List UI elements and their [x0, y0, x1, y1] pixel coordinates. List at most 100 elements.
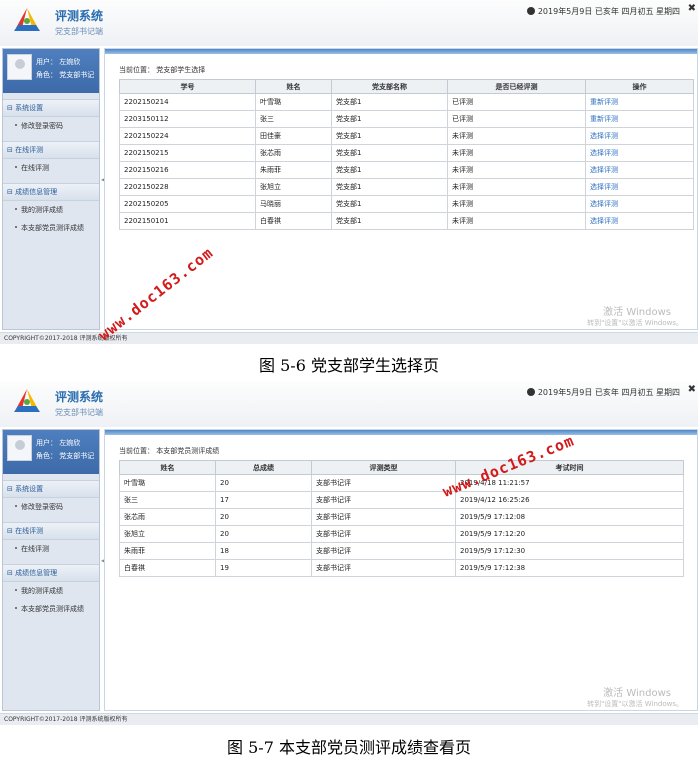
table-cell: 党支部1 [331, 195, 448, 213]
sidebar-group[interactable]: ⊟ 成绩信息管理 [3, 564, 99, 582]
user-name: 用户： 左婉欣 [36, 439, 81, 447]
app-subtitle: 党支部书记端 [55, 27, 103, 36]
table-row: 白春祺 19 支部书记评 2019/5/9 17:12:38 [119, 559, 684, 577]
sidebar-item-label: 我的测评成绩 [21, 587, 63, 595]
app-subtitle: 党支部书记端 [55, 408, 103, 417]
table-cell: 支部书记评 [311, 542, 456, 560]
table-cell: 张三 [255, 110, 332, 128]
app-header: 评测系统 党支部书记端 2019年5月9日 已亥年 四月初五 星期四 ✖ [0, 381, 698, 427]
user-panel: 用户： 左婉欣 角色： 党支部书记 [3, 49, 99, 93]
table-row: 2202150228 张旭立 党支部1 未评测 选择评测 [119, 178, 694, 196]
screen2: 评测系统 党支部书记端 2019年5月9日 已亥年 四月初五 星期四 ✖ 用户：… [0, 381, 698, 726]
evaluate-link[interactable]: 重新评测 [585, 110, 694, 128]
date-text: 2019年5月9日 已亥年 四月初五 星期四 [537, 7, 680, 16]
evaluate-link[interactable]: 选择评测 [585, 212, 694, 230]
table-row: 2203150112 张三 党支部1 已评测 重新评测 [119, 110, 694, 128]
bullet-icon [15, 208, 17, 210]
evaluate-link[interactable]: 选择评测 [585, 127, 694, 145]
bullet-icon [15, 166, 17, 168]
sidebar-item-label: 在线评测 [21, 545, 49, 553]
table-cell: 18 [215, 542, 312, 560]
app-title: 评测系统 [55, 390, 104, 404]
sidebar-item[interactable]: 在线评测 [3, 540, 99, 558]
table-cell: 2202150205 [119, 195, 256, 213]
sidebar-item-label: 我的测评成绩 [21, 206, 63, 214]
sidebar-item-label: 修改登录密码 [21, 503, 63, 511]
windows-activation-hint: 转到"设置"以激活 Windows。 [587, 700, 683, 708]
evaluate-link[interactable]: 选择评测 [585, 144, 694, 162]
table-cell: 2202150224 [119, 127, 256, 145]
table-cell: 白春祺 [255, 212, 332, 230]
sidebar-item-label: 在线评测 [21, 164, 49, 172]
table-cell: 张芯雨 [119, 508, 216, 526]
table-cell: 2019/5/9 17:12:38 [455, 559, 684, 577]
table-row: 张旭立 20 支部书记评 2019/5/9 17:12:20 [119, 525, 684, 543]
sidebar-item[interactable]: 我的测评成绩 [3, 582, 99, 600]
table-cell: 田佳豪 [255, 127, 332, 145]
sidebar-item[interactable]: 本支部党员测评成绩 [3, 219, 99, 237]
bullet-icon [15, 547, 17, 549]
breadcrumb: 当前位置： 本支部党员测评成绩 [119, 447, 220, 455]
sidebar-item[interactable]: 修改登录密码 [3, 117, 99, 135]
column-header: 评测类型 [311, 460, 456, 475]
sidebar-item-label: 修改登录密码 [21, 122, 63, 130]
table-cell: 20 [215, 525, 312, 543]
evaluate-link[interactable]: 重新评测 [585, 93, 694, 111]
main-panel: 当前位置： 党支部学生选择 学号 姓名 党支部名称 是否已经评测 操作 2202150214… [104, 48, 698, 330]
column-header: 是否已经评测 [447, 79, 586, 94]
sidebar-group[interactable]: ⊟ 在线评测 [3, 141, 99, 159]
table-cell: 未评测 [447, 127, 586, 145]
windows-activation-title: 激活 Windows [603, 307, 671, 318]
evaluate-link[interactable]: 选择评测 [585, 178, 694, 196]
sidebar-item[interactable]: 在线评测 [3, 159, 99, 177]
table-cell: 已评测 [447, 110, 586, 128]
sidebar: 用户： 左婉欣 角色： 党支部书记 ⊟ 系统设置修改登录密码 ⊟ 在线评测在线评测 ⊟… [2, 48, 100, 330]
sidebar-group[interactable]: ⊟ 成绩信息管理 [3, 183, 99, 201]
screen1: 评测系统 党支部书记端 2019年5月9日 已亥年 四月初五 星期四 ✖ 用户：… [0, 0, 698, 345]
table-cell: 马晓丽 [255, 195, 332, 213]
date-display: 2019年5月9日 已亥年 四月初五 星期四 [526, 387, 680, 398]
figure-caption: 图 5-7 本支部党员测评成绩查看页 [227, 738, 471, 757]
table-cell: 17 [215, 491, 312, 509]
table-cell: 支部书记评 [311, 508, 456, 526]
breadcrumb: 当前位置： 党支部学生选择 [119, 66, 206, 74]
column-header: 总成绩 [215, 460, 312, 475]
table-cell: 支部书记评 [311, 491, 456, 509]
evaluate-link[interactable]: 选择评测 [585, 161, 694, 179]
sidebar-item-label: 本支部党员测评成绩 [21, 605, 84, 613]
user-panel: 用户： 左婉欣 角色： 党支部书记 [3, 430, 99, 474]
table-cell: 未评测 [447, 195, 586, 213]
table-cell: 朱雨菲 [255, 161, 332, 179]
close-icon[interactable]: ✖ [688, 384, 696, 395]
table-cell: 张旭立 [255, 178, 332, 196]
sidebar-group[interactable]: ⊟ 在线评测 [3, 522, 99, 540]
bullet-icon [15, 505, 17, 507]
table-row: 2202150215 张芯雨 党支部1 未评测 选择评测 [119, 144, 694, 162]
sidebar-group[interactable]: ⊟ 系统设置 [3, 480, 99, 498]
date-display: 2019年5月9日 已亥年 四月初五 星期四 [526, 6, 680, 17]
column-header: 姓名 [119, 460, 216, 475]
table-cell: 2202150216 [119, 161, 256, 179]
column-header: 姓名 [255, 79, 332, 94]
sidebar-group[interactable]: ⊟ 系统设置 [3, 99, 99, 117]
sidebar-item[interactable]: 我的测评成绩 [3, 201, 99, 219]
table-cell: 2019/5/9 17:12:08 [455, 508, 684, 526]
sidebar-item[interactable]: 修改登录密码 [3, 498, 99, 516]
table-cell: 20 [215, 474, 312, 492]
clock-icon [526, 388, 535, 396]
bullet-icon [15, 226, 17, 228]
table-cell: 党支部1 [331, 212, 448, 230]
table-cell: 2019/5/9 17:12:20 [455, 525, 684, 543]
sidebar-item[interactable]: 本支部党员测评成绩 [3, 600, 99, 618]
column-header: 操作 [585, 79, 694, 94]
panel-top-bar [105, 430, 697, 435]
table-cell: 叶雪璐 [119, 474, 216, 492]
table-row: 2202150205 马晓丽 党支部1 未评测 选择评测 [119, 195, 694, 213]
table-cell: 张旭立 [119, 525, 216, 543]
evaluate-link[interactable]: 选择评测 [585, 195, 694, 213]
table-cell: 党支部1 [331, 93, 448, 111]
footer: COPYRIGHT©2017-2018 评测系统版权所有 [0, 713, 698, 725]
table-cell: 张芯雨 [255, 144, 332, 162]
close-icon[interactable]: ✖ [688, 3, 696, 14]
panel-top-bar [105, 49, 697, 54]
